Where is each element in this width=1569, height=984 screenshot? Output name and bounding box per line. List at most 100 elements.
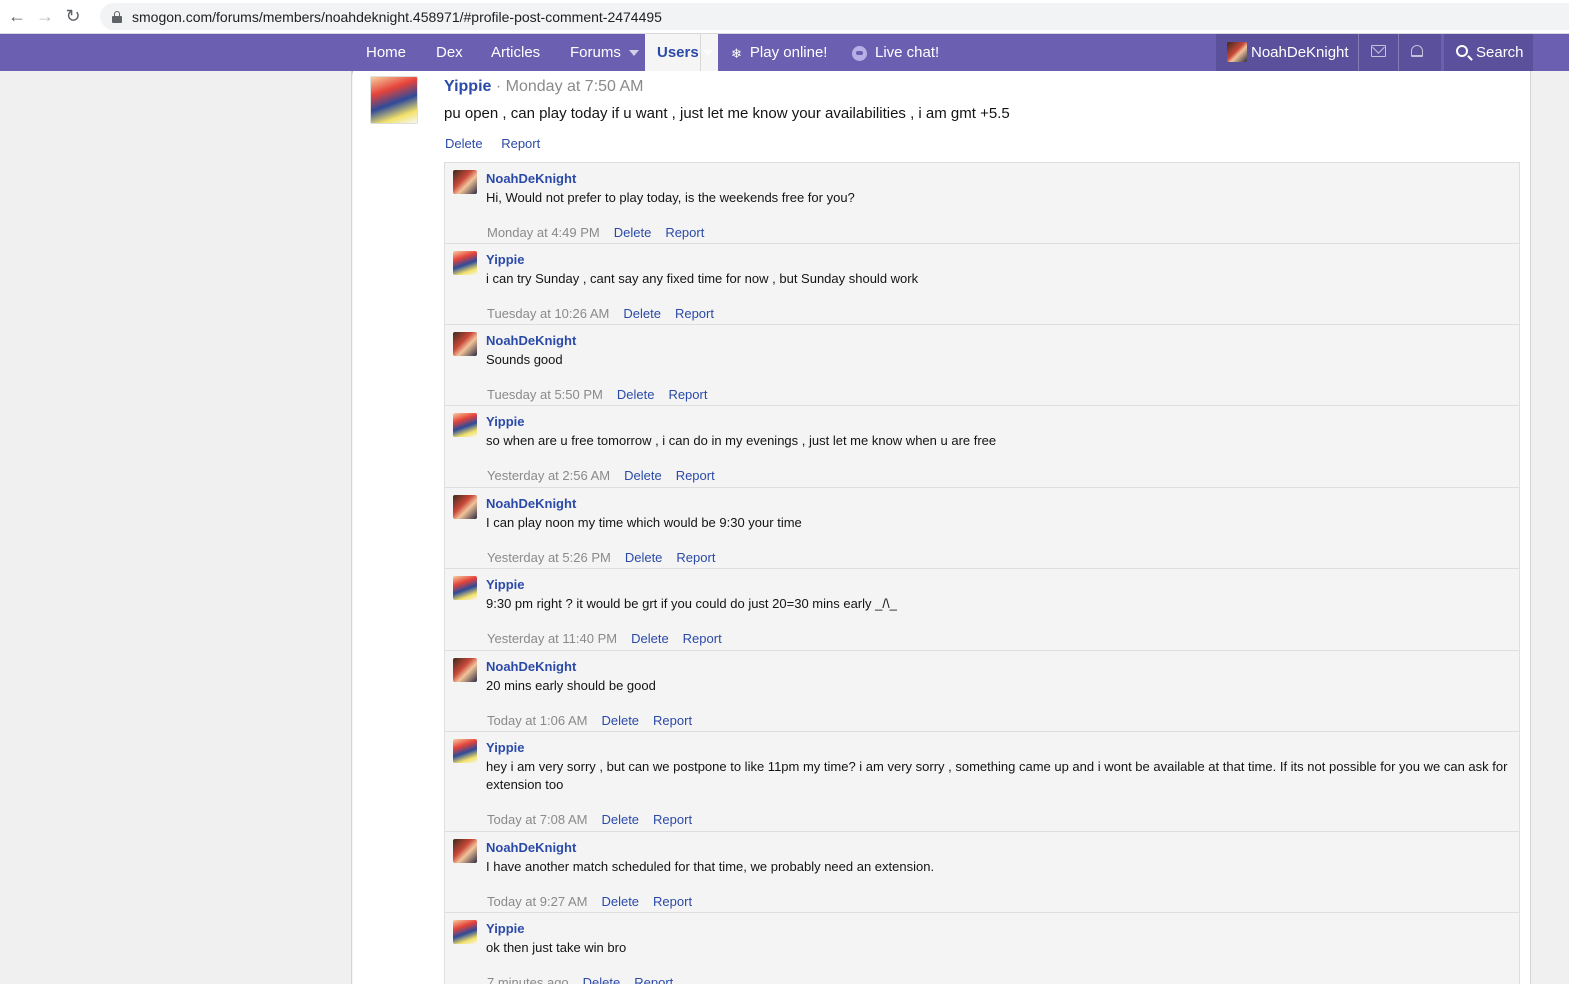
comment-item: Yippie 9:30 pm right ? it would be grt if… [445,569,1519,651]
comment-meta: Tuesday at 5:50 PM Delete Report [487,387,721,402]
comment-delete-link[interactable]: Delete [624,468,662,483]
comment-avatar[interactable] [453,576,477,600]
discord-icon [852,45,867,61]
post-author[interactable]: Yippie [444,78,491,95]
comment-avatar[interactable] [453,495,477,519]
comment-delete-link[interactable]: Delete [625,550,663,565]
comment-report-link[interactable]: Report [668,387,707,402]
nav-play-online[interactable]: ❄ Play online! [731,34,827,71]
nav-forums[interactable]: Forums [570,34,639,71]
user-avatar[interactable] [1227,42,1247,62]
nav-play-label: Play online! [749,44,828,61]
comment-avatar[interactable] [453,839,477,863]
comment-report-link[interactable]: Report [665,225,704,240]
comment-item: Yippie hey i am very sorry , but can we p… [445,732,1519,832]
comment-text: I have another match scheduled for that … [486,859,935,874]
chevron-down-icon [703,50,713,57]
address-bar[interactable]: smogon.com/forums/members/noahdeknight.4… [100,3,1569,30]
comment-time[interactable]: Yesterday at 2:56 AM [487,468,610,483]
comment-report-link[interactable]: Report [676,468,715,483]
back-arrow-icon[interactable]: ← [6,6,28,28]
comments-list: NoahDeKnight Hi, Would not prefer to play… [444,162,1520,984]
comment-author[interactable]: Yippie [486,414,525,429]
nav-home[interactable]: Home [366,34,406,71]
comment-avatar[interactable] [453,413,477,437]
comment-time[interactable]: Today at 1:06 AM [487,713,587,728]
nav-live-chat[interactable]: Live chat! [852,34,939,71]
comment-author[interactable]: NoahDeKnight [486,659,576,674]
comment-meta: Yesterday at 2:56 AM Delete Report [487,468,729,483]
chevron-down-icon[interactable] [628,50,639,57]
comment-author[interactable]: NoahDeKnight [486,496,576,511]
comment-time[interactable]: Tuesday at 10:26 AM [487,306,609,321]
comment-text: I can play noon my time which would be 9… [486,515,802,530]
comment-author[interactable]: Yippie [486,252,525,267]
post-report-link[interactable]: Report [501,136,540,151]
comment-author[interactable]: NoahDeKnight [486,333,576,348]
post-delete-link[interactable]: Delete [445,136,483,151]
mail-icon[interactable] [1371,45,1386,57]
bell-icon[interactable] [1411,45,1423,57]
comment-time[interactable]: Monday at 4:49 PM [487,225,600,240]
comment-meta: Yesterday at 11:40 PM Delete Report [487,631,736,646]
comment-author[interactable]: Yippie [486,740,525,755]
url-text[interactable]: smogon.com/forums/members/noahdeknight.4… [132,9,662,25]
comment-delete-link[interactable]: Delete [623,306,661,321]
comment-author[interactable]: NoahDeKnight [486,171,576,186]
comment-report-link[interactable]: Report [676,550,715,565]
comment-report-link[interactable]: Report [634,975,673,984]
comment-avatar[interactable] [453,739,477,763]
post-author-avatar[interactable] [370,76,418,124]
comment-report-link[interactable]: Report [675,306,714,321]
nav-users-label: Users [657,44,699,61]
comment-avatar[interactable] [453,920,477,944]
comment-avatar[interactable] [453,332,477,356]
nav-articles[interactable]: Articles [491,34,540,71]
comment-delete-link[interactable]: Delete [583,975,621,984]
divider [1358,34,1359,71]
nav-dex[interactable]: Dex [436,34,463,71]
comment-report-link[interactable]: Report [683,631,722,646]
comment-avatar[interactable] [453,170,477,194]
comment-author[interactable]: NoahDeKnight [486,840,576,855]
comment-time[interactable]: Today at 9:27 AM [487,894,587,909]
comment-meta: Today at 9:27 AM Delete Report [487,894,706,909]
comment-author[interactable]: Yippie [486,921,525,936]
reload-icon[interactable]: ↻ [62,6,84,28]
comment-report-link[interactable]: Report [653,812,692,827]
post-time[interactable]: Monday at 7:50 AM [506,78,644,95]
comment-meta: Today at 1:06 AM Delete Report [487,713,706,728]
comment-delete-link[interactable]: Delete [601,713,639,728]
comment-item: NoahDeKnight I can play noon my time whic… [445,488,1519,569]
comment-time[interactable]: Yesterday at 5:26 PM [487,550,611,565]
comment-time[interactable]: 7 minutes ago [487,975,569,984]
comment-time[interactable]: Today at 7:08 AM [487,812,587,827]
comment-delete-link[interactable]: Delete [631,631,669,646]
divider [1398,34,1399,71]
lock-icon [112,10,122,23]
comment-text: 20 mins early should be good [486,678,656,693]
comment-avatar[interactable] [453,658,477,682]
comment-text: i can try Sunday , cant say any fixed ti… [486,271,919,286]
comment-delete-link[interactable]: Delete [601,894,639,909]
comment-meta: Today at 7:08 AM Delete Report [487,812,706,827]
comment-report-link[interactable]: Report [653,713,692,728]
comment-item: Yippie ok then just take win bro 7 minutes… [445,913,1519,984]
comment-delete-link[interactable]: Delete [601,812,639,827]
comment-time[interactable]: Tuesday at 5:50 PM [487,387,603,402]
comment-avatar[interactable] [453,251,477,275]
forward-arrow-icon[interactable]: → [34,6,56,28]
comment-author[interactable]: Yippie [486,577,525,592]
comment-time[interactable]: Yesterday at 11:40 PM [487,631,617,646]
comment-item: Yippie i can try Sunday , cant say any fi… [445,244,1519,325]
divider [700,34,701,71]
comment-item: NoahDeKnight Sounds good Tuesday at 5:50 P… [445,325,1519,406]
comment-meta: Tuesday at 10:26 AM Delete Report [487,306,728,321]
nav-chat-label: Live chat! [875,44,940,61]
nav-username[interactable]: NoahDeKnight [1251,34,1349,71]
nav-search-label[interactable]: Search [1476,34,1524,71]
comment-delete-link[interactable]: Delete [617,387,655,402]
comment-report-link[interactable]: Report [653,894,692,909]
users-menu-toggle[interactable] [703,34,718,71]
comment-delete-link[interactable]: Delete [614,225,652,240]
